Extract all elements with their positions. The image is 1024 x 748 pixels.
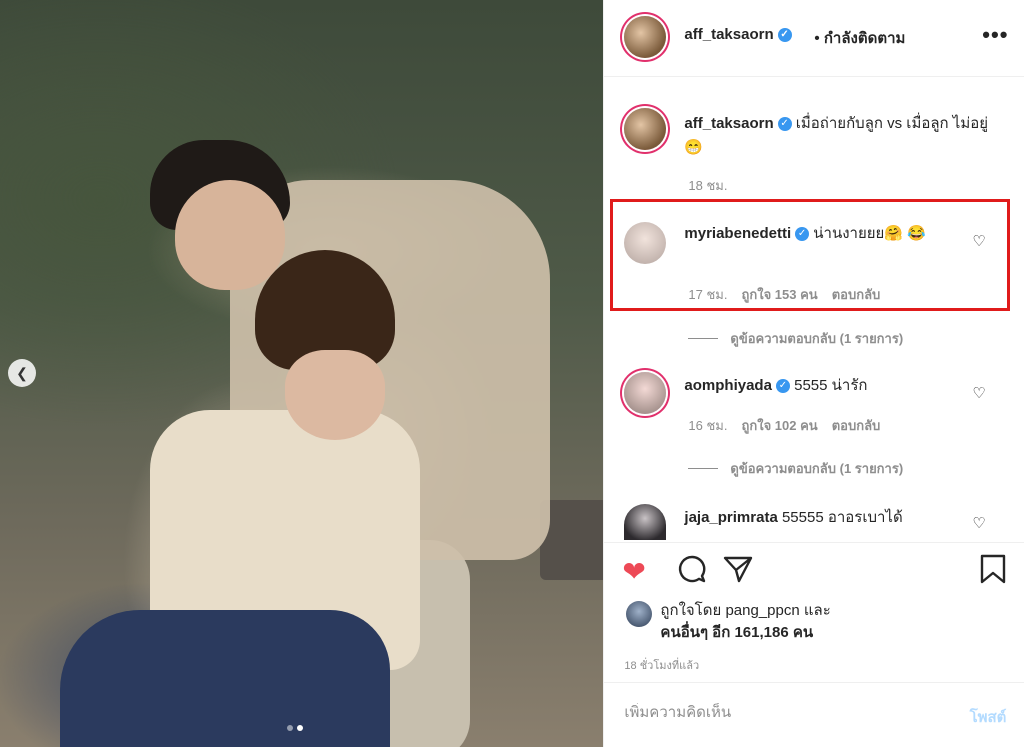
comment-heart-icon[interactable]: ♡ <box>972 384 985 402</box>
comment-username[interactable]: jaja_primrata <box>684 509 777 526</box>
comment-time[interactable]: 16 ชม. <box>688 415 727 436</box>
comment-avatar[interactable] <box>624 372 667 414</box>
comment-1: myriabenedetti ✓ น่านงายยย🤗 😂 <box>684 222 974 246</box>
more-options-icon[interactable]: ••• <box>982 22 1008 48</box>
caption: aff_taksaorn ✓ เมื่อถ่ายกับลูก vs เมื่อลู… <box>684 112 1004 160</box>
post-sidebar: aff_taksaorn ✓ • กำลังติดตาม ••• aff_taks… <box>603 0 1024 747</box>
comment-meta: 16 ชม. ถูกใจ 102 คน ตอบกลับ <box>688 415 880 436</box>
comment-meta: 17 ชม. ถูกใจ 153 คน ตอบกลับ <box>688 284 880 305</box>
liker-avatar[interactable] <box>626 601 653 627</box>
comment-avatar[interactable] <box>624 504 667 540</box>
chevron-left-icon[interactable]: ❮ <box>8 359 36 387</box>
verified-badge-icon: ✓ <box>777 28 792 43</box>
caption-time[interactable]: 18 ชม. <box>688 175 727 196</box>
comment-icon[interactable] <box>676 553 708 592</box>
share-icon[interactable] <box>722 553 754 592</box>
carousel-dot <box>287 725 293 731</box>
verified-badge-icon: ✓ <box>775 379 790 394</box>
carousel-dot-active <box>297 725 303 731</box>
post-viewer: ❮ aff_taksaorn ✓ • กำลังติดตาม ••• aff_ta… <box>0 0 1024 747</box>
bookmark-icon[interactable] <box>978 553 1008 592</box>
caption-meta: 18 ชม. <box>688 175 727 196</box>
carousel-dots <box>287 725 303 731</box>
comment-likes[interactable]: ถูกใจ 102 คน <box>741 415 817 436</box>
comment-username[interactable]: aomphiyada <box>684 377 772 394</box>
comment-heart-icon[interactable]: ♡ <box>972 232 985 250</box>
post-header: aff_taksaorn ✓ • กำลังติดตาม ••• <box>604 0 1024 77</box>
post-actions: ❤ ถูกใจโดย pang_ppcn และ คนอื่นๆ อีก 161… <box>604 542 1024 683</box>
reply-button[interactable]: ตอบกลับ <box>832 284 881 305</box>
comment-3: jaja_primrata 55555 อาอรเบาได้ <box>684 506 974 540</box>
caption-username[interactable]: aff_taksaorn <box>684 115 773 132</box>
comment-text: น่านงายยย🤗 😂 <box>813 225 926 242</box>
author-username[interactable]: aff_taksaorn ✓ <box>684 26 792 43</box>
comment-time[interactable]: 17 ชม. <box>688 284 727 305</box>
comment-text: 5555 น่ารัก <box>794 377 868 394</box>
photo-jeans <box>60 610 390 747</box>
comment-likes[interactable]: ถูกใจ 153 คน <box>741 284 817 305</box>
replies-line <box>688 338 719 339</box>
photo-face-woman <box>285 350 385 440</box>
author-username-text[interactable]: aff_taksaorn <box>684 26 773 43</box>
post-button[interactable]: โพสต์ <box>970 705 1007 729</box>
verified-badge-icon: ✓ <box>795 227 810 242</box>
view-replies-label[interactable]: ดูข้อความตอบกลับ (1 รายการ) <box>730 328 903 349</box>
author-avatar[interactable] <box>624 16 667 58</box>
caption-avatar[interactable] <box>624 108 667 150</box>
view-replies[interactable]: ดูข้อความตอบกลับ (1 รายการ) <box>688 328 903 349</box>
add-comment-input[interactable] <box>622 703 927 722</box>
view-replies-label[interactable]: ดูข้อความตอบกลับ (1 รายการ) <box>730 458 903 479</box>
photo-face-man <box>175 180 285 290</box>
liked-by-line1[interactable]: ถูกใจโดย pang_ppcn และ <box>660 600 830 622</box>
verified-badge-icon: ✓ <box>777 117 792 132</box>
following-label[interactable]: • กำลังติดตาม <box>814 26 905 50</box>
comment-heart-icon[interactable]: ♡ <box>972 514 985 532</box>
heart-icon[interactable]: ❤ <box>622 555 645 588</box>
liked-by-count[interactable]: คนอื่นๆ อีก 161,186 คน <box>660 622 830 644</box>
comment-username[interactable]: myriabenedetti <box>684 225 791 242</box>
comment-text: 55555 อาอรเบาได้ <box>781 509 903 526</box>
comment-2: aomphiyada ✓ 5555 น่ารัก <box>684 374 974 398</box>
reply-button[interactable]: ตอบกลับ <box>832 415 881 436</box>
liked-by[interactable]: ถูกใจโดย pang_ppcn และ คนอื่นๆ อีก 161,1… <box>660 600 830 644</box>
view-replies[interactable]: ดูข้อความตอบกลับ (1 รายการ) <box>688 458 903 479</box>
comment-composer: โพสต์ <box>604 682 1024 748</box>
post-photo[interactable]: ❮ <box>0 0 604 747</box>
post-time-ago[interactable]: 18 ชั่วโมงที่แล้ว <box>624 656 699 674</box>
replies-line <box>688 468 719 469</box>
